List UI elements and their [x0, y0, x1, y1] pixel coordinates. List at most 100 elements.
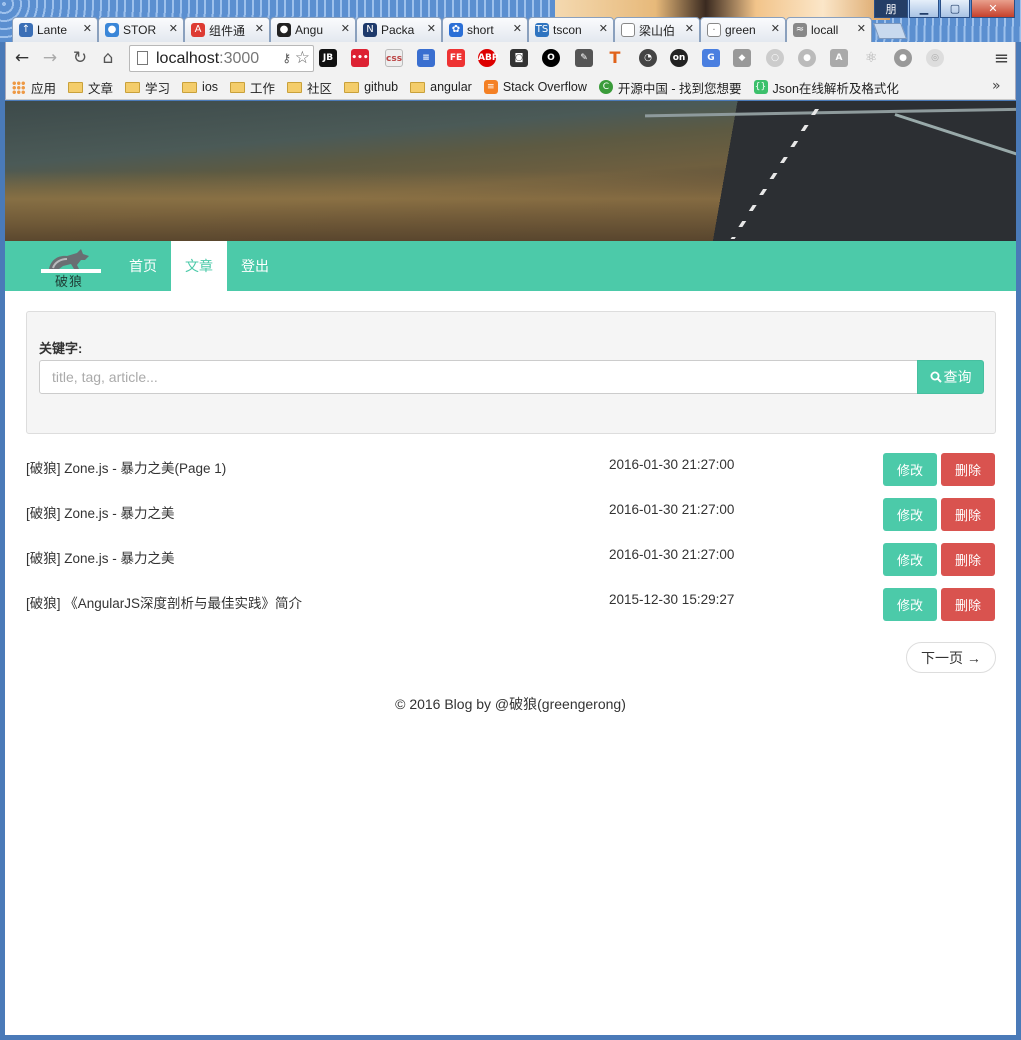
- adblock-extension-icon[interactable]: ABP: [478, 49, 498, 67]
- article-title[interactable]: [破狼] Zone.js - 暴力之美(Page 1): [26, 457, 226, 477]
- translate-extension-icon[interactable]: G: [702, 49, 720, 67]
- bookmark-item[interactable]: ios: [182, 80, 218, 94]
- browser-tab[interactable]: ● STOR ✕: [98, 17, 184, 42]
- edit-button[interactable]: 修改: [883, 453, 937, 486]
- close-tab-icon[interactable]: ✕: [169, 22, 178, 35]
- browser-tab[interactable]: ≈ locall ✕: [786, 17, 872, 42]
- nav-item[interactable]: 文章: [171, 241, 227, 291]
- reload-icon[interactable]: ↻: [70, 48, 90, 68]
- browser-tab[interactable]: · green ✕: [700, 17, 786, 42]
- close-tab-icon[interactable]: ✕: [685, 22, 694, 35]
- tab-label: STOR: [123, 23, 157, 37]
- forward-icon[interactable]: →: [40, 48, 60, 68]
- grey-extension-icon-4[interactable]: ◎: [926, 49, 944, 67]
- browser-tab[interactable]: A 组件通 ✕: [184, 17, 270, 42]
- angular-extension-icon[interactable]: A: [830, 49, 848, 67]
- menu-icon[interactable]: ≡: [994, 48, 1009, 69]
- back-icon[interactable]: ←: [12, 48, 32, 68]
- key-icon[interactable]: ⚷: [282, 46, 291, 71]
- article-row: [破狼] Zone.js - 暴力之美(Page 1) 2016-01-30 21…: [26, 453, 996, 498]
- browser-tab[interactable]: 梁山伯 ✕: [614, 17, 700, 42]
- timer-extension-icon[interactable]: ◔: [639, 49, 657, 67]
- keyword-label: 关键字:: [39, 341, 83, 356]
- close-tab-icon[interactable]: ✕: [255, 22, 264, 35]
- jetbrains-extension-icon[interactable]: JB: [319, 49, 337, 67]
- edit-button[interactable]: 修改: [883, 588, 937, 621]
- bookmark-label: 开源中国 - 找到您想要: [617, 81, 742, 96]
- home-icon[interactable]: ⌂: [98, 48, 118, 68]
- next-page-button[interactable]: 下一页 →: [906, 642, 996, 673]
- bookmark-item[interactable]: 社区: [287, 78, 332, 97]
- tab-label: green: [725, 23, 756, 37]
- browser-tab[interactable]: TS tscon ✕: [528, 17, 614, 42]
- delete-button[interactable]: 删除: [941, 453, 995, 486]
- bookmark-item[interactable]: ≡ Stack Overflow: [483, 80, 587, 94]
- profile-button[interactable]: 朋: [874, 0, 908, 18]
- search-panel: 关键字: 查询: [26, 311, 996, 434]
- article-title[interactable]: [破狼] 《AngularJS深度剖析与最佳实践》简介: [26, 592, 302, 612]
- lantern-icon: ↑: [19, 23, 33, 37]
- address-bar[interactable]: localhost:3000 ⚷ ☆: [129, 45, 314, 72]
- close-tab-icon[interactable]: ✕: [427, 22, 436, 35]
- maximize-button[interactable]: ▢: [940, 0, 970, 18]
- edit-button[interactable]: 修改: [883, 498, 937, 531]
- more-bookmarks-icon[interactable]: »: [992, 78, 1013, 94]
- bookmark-label: 工作: [250, 81, 276, 96]
- article-date: 2016-01-30 21:27:00: [609, 502, 735, 517]
- article-title[interactable]: [破狼] Zone.js - 暴力之美: [26, 547, 175, 567]
- t-extension-icon[interactable]: T: [606, 49, 624, 67]
- grey-extension-icon-1[interactable]: ○: [766, 49, 784, 67]
- bookmark-item[interactable]: C 开源中国 - 找到您想要: [598, 78, 742, 97]
- bookmark-star-icon[interactable]: ☆: [295, 46, 310, 71]
- tab-label: locall: [811, 23, 839, 37]
- notes-extension-icon[interactable]: ≡: [417, 49, 435, 67]
- grey-extension-icon-3[interactable]: ●: [894, 49, 912, 67]
- new-tab-button[interactable]: [873, 23, 907, 39]
- delete-button[interactable]: 删除: [941, 588, 995, 621]
- browser-tab[interactable]: N Packa ✕: [356, 17, 442, 42]
- diamond-extension-icon[interactable]: ◆: [733, 49, 751, 67]
- bookmark-item[interactable]: angular: [410, 80, 472, 94]
- article-title[interactable]: [破狼] Zone.js - 暴力之美: [26, 502, 175, 522]
- bookmark-item[interactable]: 应用: [12, 78, 56, 97]
- browser-tab[interactable]: ✿ short ✕: [442, 17, 528, 42]
- search-button[interactable]: 查询: [917, 360, 984, 394]
- react-extension-icon[interactable]: ⚛: [862, 49, 880, 67]
- folder-icon: [230, 81, 246, 93]
- bookmark-item[interactable]: 工作: [230, 78, 275, 97]
- bookmark-label: 应用: [31, 81, 57, 96]
- delete-button[interactable]: 删除: [941, 543, 995, 576]
- grey-extension-icon-2[interactable]: ●: [798, 49, 816, 67]
- edit-button[interactable]: 修改: [883, 543, 937, 576]
- nav-item[interactable]: 登出: [227, 241, 283, 291]
- delete-button[interactable]: 删除: [941, 498, 995, 531]
- search-input[interactable]: [39, 360, 918, 394]
- bookmark-item[interactable]: 文章: [68, 78, 113, 97]
- close-tab-icon[interactable]: ✕: [857, 22, 866, 35]
- minimize-button[interactable]: ▁: [909, 0, 939, 18]
- camera-extension-icon[interactable]: ◙: [510, 49, 528, 67]
- opera-extension-icon[interactable]: O: [542, 49, 560, 67]
- close-tab-icon[interactable]: ✕: [513, 22, 522, 35]
- close-tab-icon[interactable]: ✕: [599, 22, 608, 35]
- close-window-button[interactable]: ✕: [971, 0, 1015, 18]
- eyedropper-extension-icon[interactable]: ✎: [575, 49, 593, 67]
- fe-extension-icon[interactable]: FE: [447, 49, 465, 67]
- nav-item[interactable]: 首页: [115, 241, 171, 291]
- lastpass-extension-icon[interactable]: •••: [351, 49, 369, 67]
- angular-icon: A: [191, 23, 205, 37]
- close-tab-icon[interactable]: ✕: [771, 22, 780, 35]
- article-list: [破狼] Zone.js - 暴力之美(Page 1) 2016-01-30 21…: [26, 453, 996, 633]
- close-tab-icon[interactable]: ✕: [341, 22, 350, 35]
- css-extension-icon[interactable]: css: [385, 49, 403, 67]
- octotree-extension-icon[interactable]: on: [670, 49, 688, 67]
- page-footer: © 2016 Blog by @破狼(greengerong): [395, 696, 626, 712]
- bookmark-item[interactable]: 学习: [125, 78, 170, 97]
- browser-tab[interactable]: ↑ Lante ✕: [12, 17, 98, 42]
- site-navbar: 破狼 首页 文章 登出: [5, 241, 1016, 291]
- bookmark-item[interactable]: github: [344, 80, 398, 94]
- site-logo[interactable]: 破狼: [5, 241, 115, 291]
- bookmark-item[interactable]: {} Json在线解析及格式化: [753, 78, 899, 97]
- browser-tab[interactable]: ● Angu ✕: [270, 17, 356, 42]
- close-tab-icon[interactable]: ✕: [83, 22, 92, 35]
